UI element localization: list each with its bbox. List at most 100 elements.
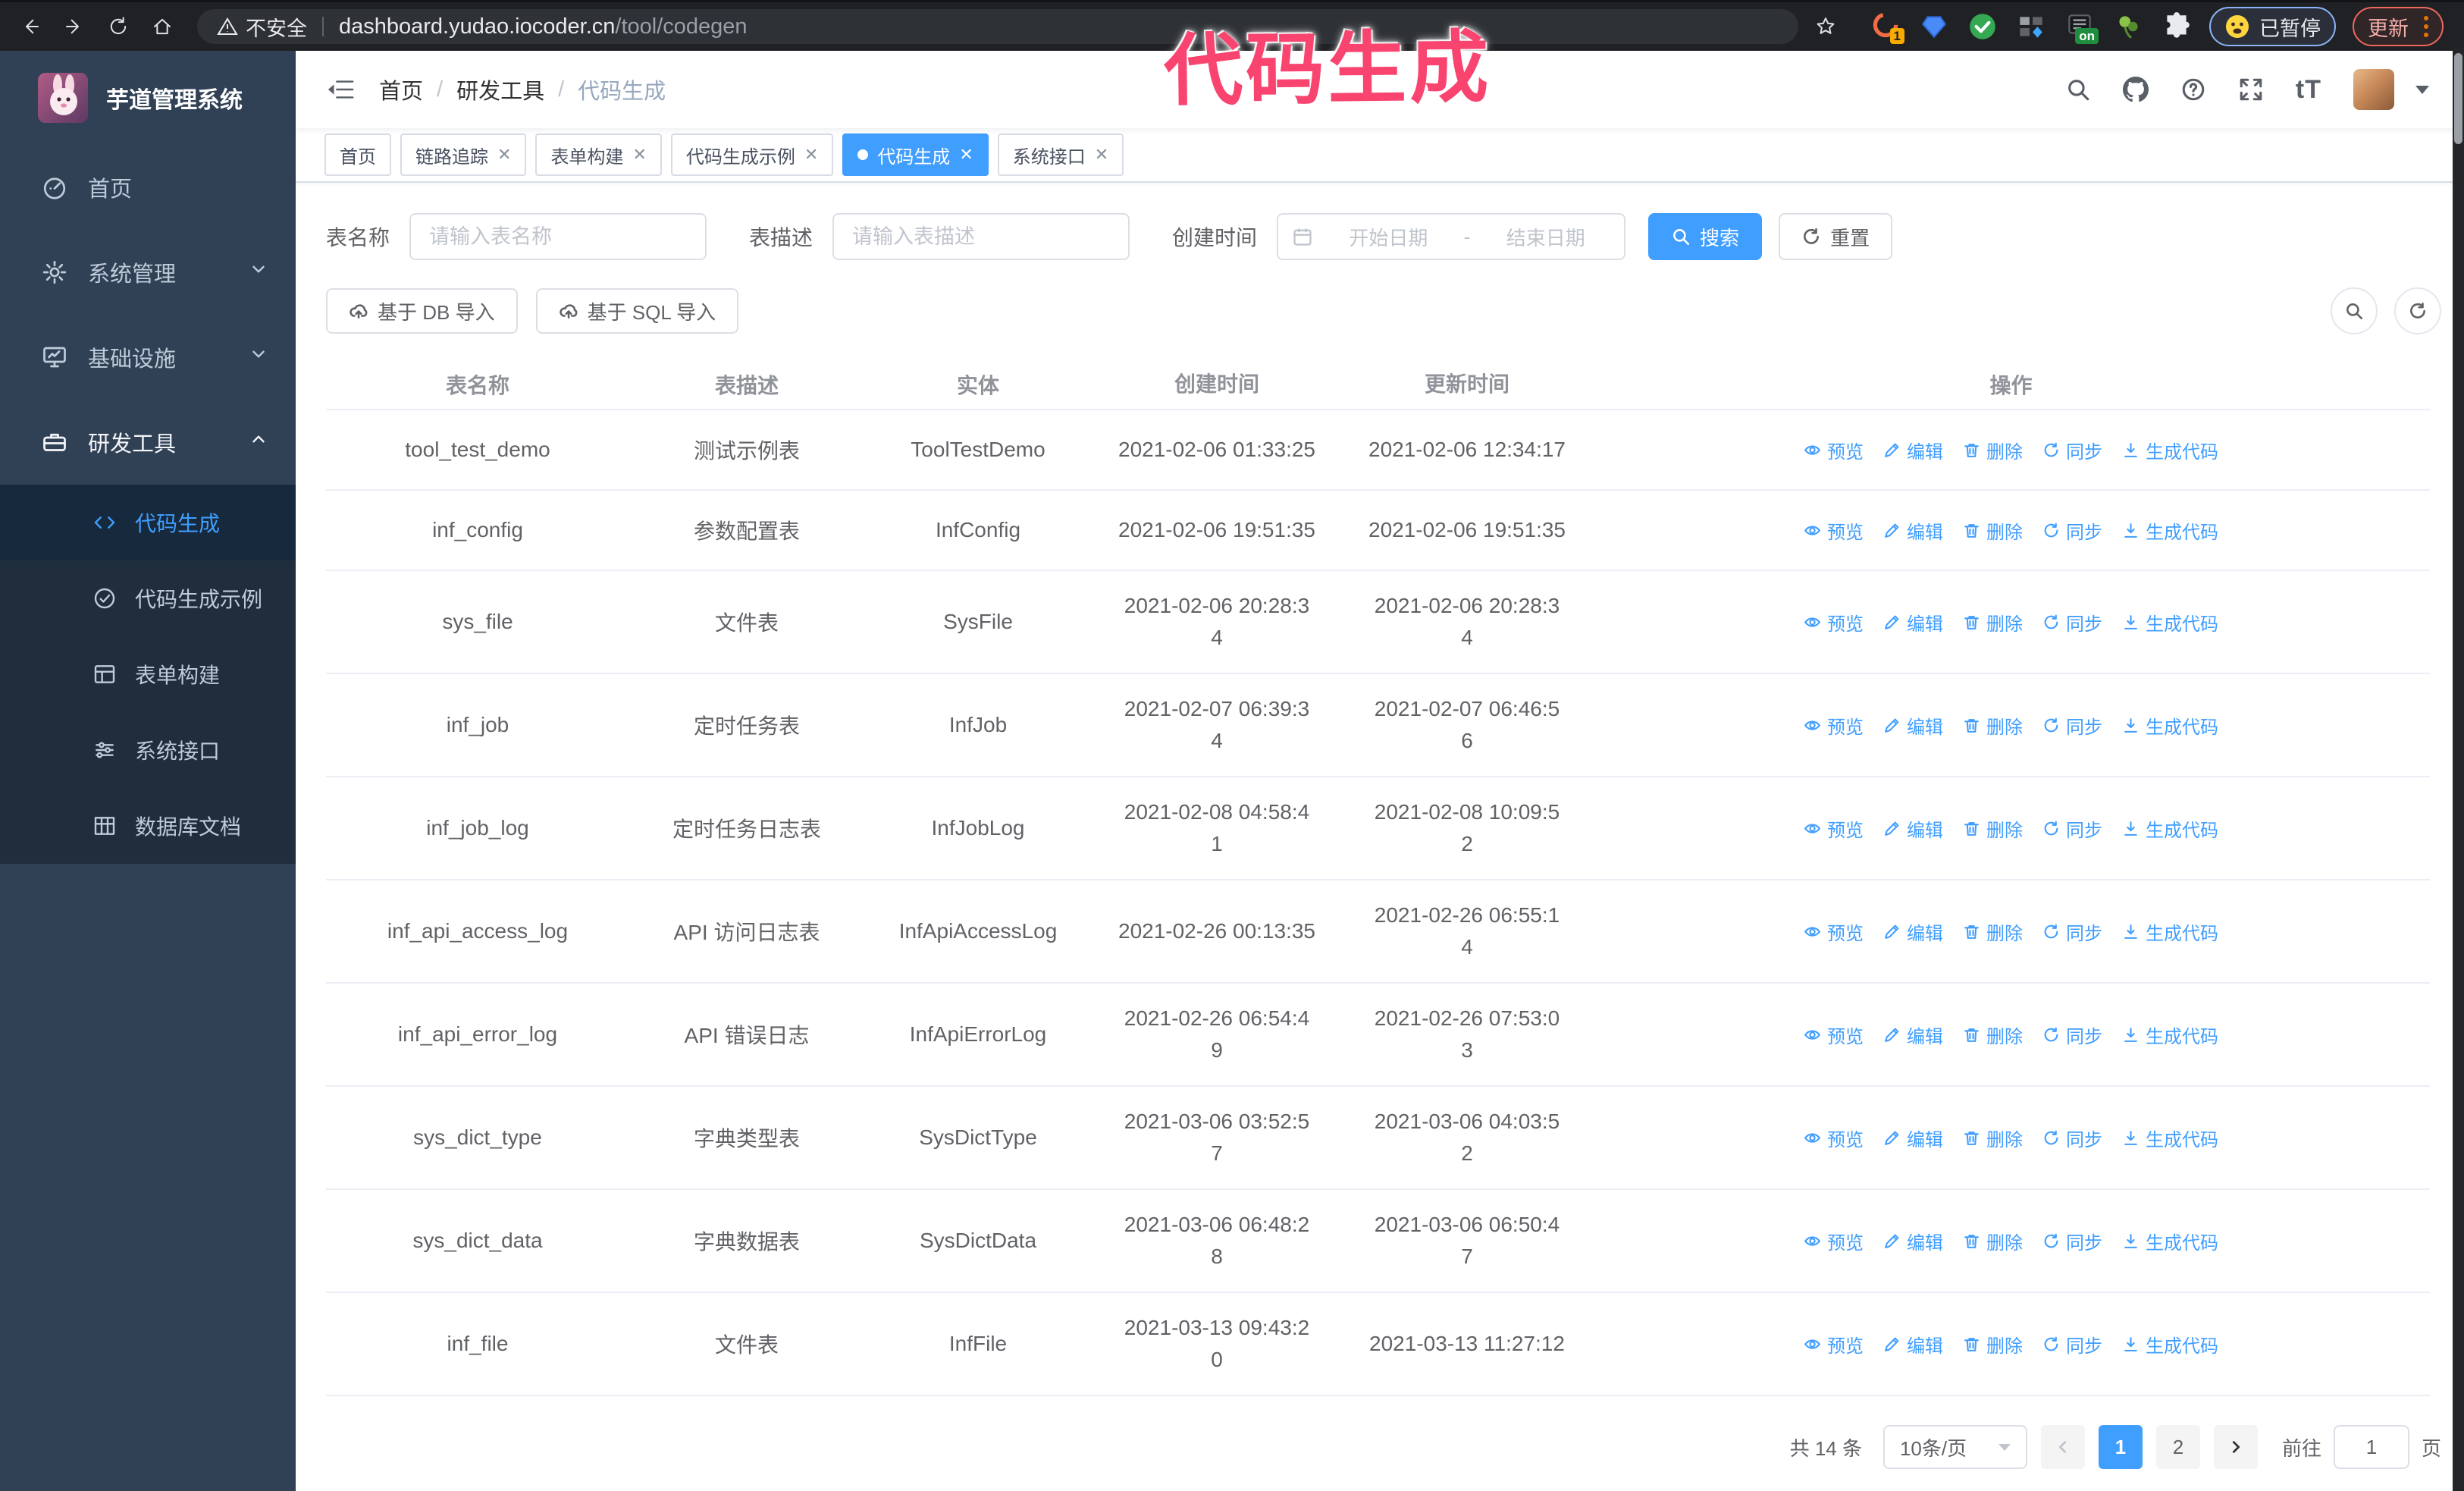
address-bar[interactable]: 不安全 dashboard.yudao.iocoder.cn/tool/code… (197, 9, 1798, 44)
close-icon[interactable]: ✕ (632, 145, 646, 165)
goto-page-input[interactable] (2333, 1425, 2409, 1469)
sidebar-item-system[interactable]: 系统管理 (0, 230, 296, 315)
sync-link[interactable]: 同步 (2042, 609, 2102, 636)
tab-代码生成[interactable]: 代码生成 ✕ (842, 133, 989, 176)
extension-grid-icon[interactable] (2015, 11, 2047, 42)
db-import-button[interactable]: 基于 DB 导入 (326, 288, 518, 334)
edit-link[interactable]: 编辑 (1883, 437, 1943, 463)
preview-link[interactable]: 预览 (1804, 517, 1864, 544)
delete-link[interactable]: 删除 (1963, 1331, 2023, 1358)
sync-link[interactable]: 同步 (2042, 918, 2102, 945)
tab-链路追踪[interactable]: 链路追踪 ✕ (400, 133, 527, 176)
preview-link[interactable]: 预览 (1804, 712, 1864, 739)
font-size-icon[interactable]: tT (2296, 75, 2321, 105)
delete-link[interactable]: 删除 (1963, 1125, 2023, 1151)
sync-link[interactable]: 同步 (2042, 437, 2102, 463)
generate-code-link[interactable]: 生成代码 (2122, 609, 2218, 636)
preview-link[interactable]: 预览 (1804, 815, 1864, 842)
extension-check-icon[interactable] (1967, 11, 1998, 42)
next-page-button[interactable] (2213, 1425, 2258, 1469)
table-row[interactable]: tool_test_demo 测试示例表 ToolTestDemo 2021-0… (326, 410, 2430, 491)
sync-link[interactable]: 同步 (2042, 815, 2102, 842)
reset-button[interactable]: 重置 (1779, 213, 1893, 260)
preview-link[interactable]: 预览 (1804, 918, 1864, 945)
table-row[interactable]: inf_file 文件表 InfFile 2021-03-13 09:43:2 … (326, 1293, 2430, 1396)
puzzle-icon[interactable] (2161, 11, 2193, 42)
edit-link[interactable]: 编辑 (1883, 1228, 1943, 1254)
delete-link[interactable]: 删除 (1963, 517, 2023, 544)
search-icon[interactable] (2065, 77, 2091, 102)
table-row[interactable]: inf_api_error_log API 错误日志 InfApiErrorLo… (326, 984, 2430, 1087)
delete-link[interactable]: 删除 (1963, 918, 2023, 945)
forward-icon[interactable] (58, 10, 91, 43)
close-icon[interactable]: ✕ (804, 145, 818, 165)
preview-link[interactable]: 预览 (1804, 609, 1864, 636)
browser-menu-icon[interactable] (2424, 16, 2428, 37)
extension-on-icon[interactable]: on (2064, 11, 2099, 44)
avatar-caret-icon[interactable] (2415, 85, 2429, 94)
sidebar-item-infra[interactable]: 基础设施 (0, 315, 296, 400)
table-row[interactable]: sys_dict_type 字典类型表 SysDictType 2021-03-… (326, 1087, 2430, 1190)
edit-link[interactable]: 编辑 (1883, 609, 1943, 636)
preview-link[interactable]: 预览 (1804, 1125, 1864, 1151)
browser-update-button[interactable]: 更新 (2353, 7, 2444, 46)
reload-icon[interactable] (102, 10, 135, 43)
generate-code-link[interactable]: 生成代码 (2122, 1022, 2218, 1048)
refresh-table-button[interactable] (2394, 287, 2441, 334)
security-warning[interactable]: 不安全 (217, 12, 307, 42)
home-icon[interactable] (146, 10, 179, 43)
date-range-picker[interactable]: 开始日期 - 结束日期 (1277, 213, 1626, 260)
table-row[interactable]: inf_config 参数配置表 InfConfig 2021-02-06 19… (326, 491, 2430, 571)
table-row[interactable]: inf_job_log 定时任务日志表 InfJobLog 2021-02-08… (326, 777, 2430, 880)
preview-link[interactable]: 预览 (1804, 437, 1864, 463)
sidebar-fold-icon[interactable] (324, 73, 358, 106)
extension-orange-icon[interactable]: 1 (1870, 11, 1904, 44)
generate-code-link[interactable]: 生成代码 (2122, 1125, 2218, 1151)
table-row[interactable]: sys_dict_data 字典数据表 SysDictData 2021-03-… (326, 1190, 2430, 1293)
sync-link[interactable]: 同步 (2042, 712, 2102, 739)
prev-page-button[interactable] (2040, 1425, 2085, 1469)
toggle-search-button[interactable] (2331, 287, 2378, 334)
github-icon[interactable] (2122, 77, 2149, 102)
scrollbar-thumb[interactable] (2454, 53, 2462, 144)
table-name-input[interactable] (409, 213, 707, 260)
delete-link[interactable]: 删除 (1963, 1022, 2023, 1048)
table-row[interactable]: sys_file 文件表 SysFile 2021-02-06 20:28:3 … (326, 571, 2430, 674)
delete-link[interactable]: 删除 (1963, 609, 2023, 636)
generate-code-link[interactable]: 生成代码 (2122, 1228, 2218, 1254)
edit-link[interactable]: 编辑 (1883, 1022, 1943, 1048)
edit-link[interactable]: 编辑 (1883, 815, 1943, 842)
extension-plant-icon[interactable] (2112, 11, 2144, 42)
page-size-select[interactable]: 10条/页 (1882, 1425, 2027, 1469)
sync-link[interactable]: 同步 (2042, 1331, 2102, 1358)
sidebar-item-db-doc[interactable]: 数据库文档 (0, 788, 296, 864)
breadcrumb-home[interactable]: 首页 (379, 74, 423, 105)
page-button-2[interactable]: 2 (2155, 1425, 2200, 1469)
generate-code-link[interactable]: 生成代码 (2122, 712, 2218, 739)
sidebar-item-home[interactable]: 首页 (0, 145, 296, 230)
edit-link[interactable]: 编辑 (1883, 1331, 1943, 1358)
page-scrollbar[interactable] (2453, 49, 2464, 1491)
preview-link[interactable]: 预览 (1804, 1331, 1864, 1358)
delete-link[interactable]: 删除 (1963, 437, 2023, 463)
tab-表单构建[interactable]: 表单构建 ✕ (535, 133, 662, 176)
page-button-1[interactable]: 1 (2098, 1425, 2143, 1469)
browser-profile-chip[interactable]: 已暂停 (2209, 7, 2336, 46)
generate-code-link[interactable]: 生成代码 (2122, 918, 2218, 945)
delete-link[interactable]: 删除 (1963, 815, 2023, 842)
generate-code-link[interactable]: 生成代码 (2122, 437, 2218, 463)
delete-link[interactable]: 删除 (1963, 712, 2023, 739)
generate-code-link[interactable]: 生成代码 (2122, 1331, 2218, 1358)
edit-link[interactable]: 编辑 (1883, 918, 1943, 945)
sync-link[interactable]: 同步 (2042, 1228, 2102, 1254)
extension-gem-icon[interactable] (1918, 11, 1950, 42)
sync-link[interactable]: 同步 (2042, 517, 2102, 544)
close-icon[interactable]: ✕ (959, 145, 973, 165)
table-row[interactable]: inf_api_access_log API 访问日志表 InfApiAcces… (326, 880, 2430, 984)
avatar[interactable] (2353, 69, 2394, 110)
preview-link[interactable]: 预览 (1804, 1228, 1864, 1254)
close-icon[interactable]: ✕ (1095, 145, 1108, 165)
sidebar-item-devtools[interactable]: 研发工具 (0, 400, 296, 485)
sync-link[interactable]: 同步 (2042, 1022, 2102, 1048)
bookmark-star-icon[interactable] (1809, 10, 1842, 43)
